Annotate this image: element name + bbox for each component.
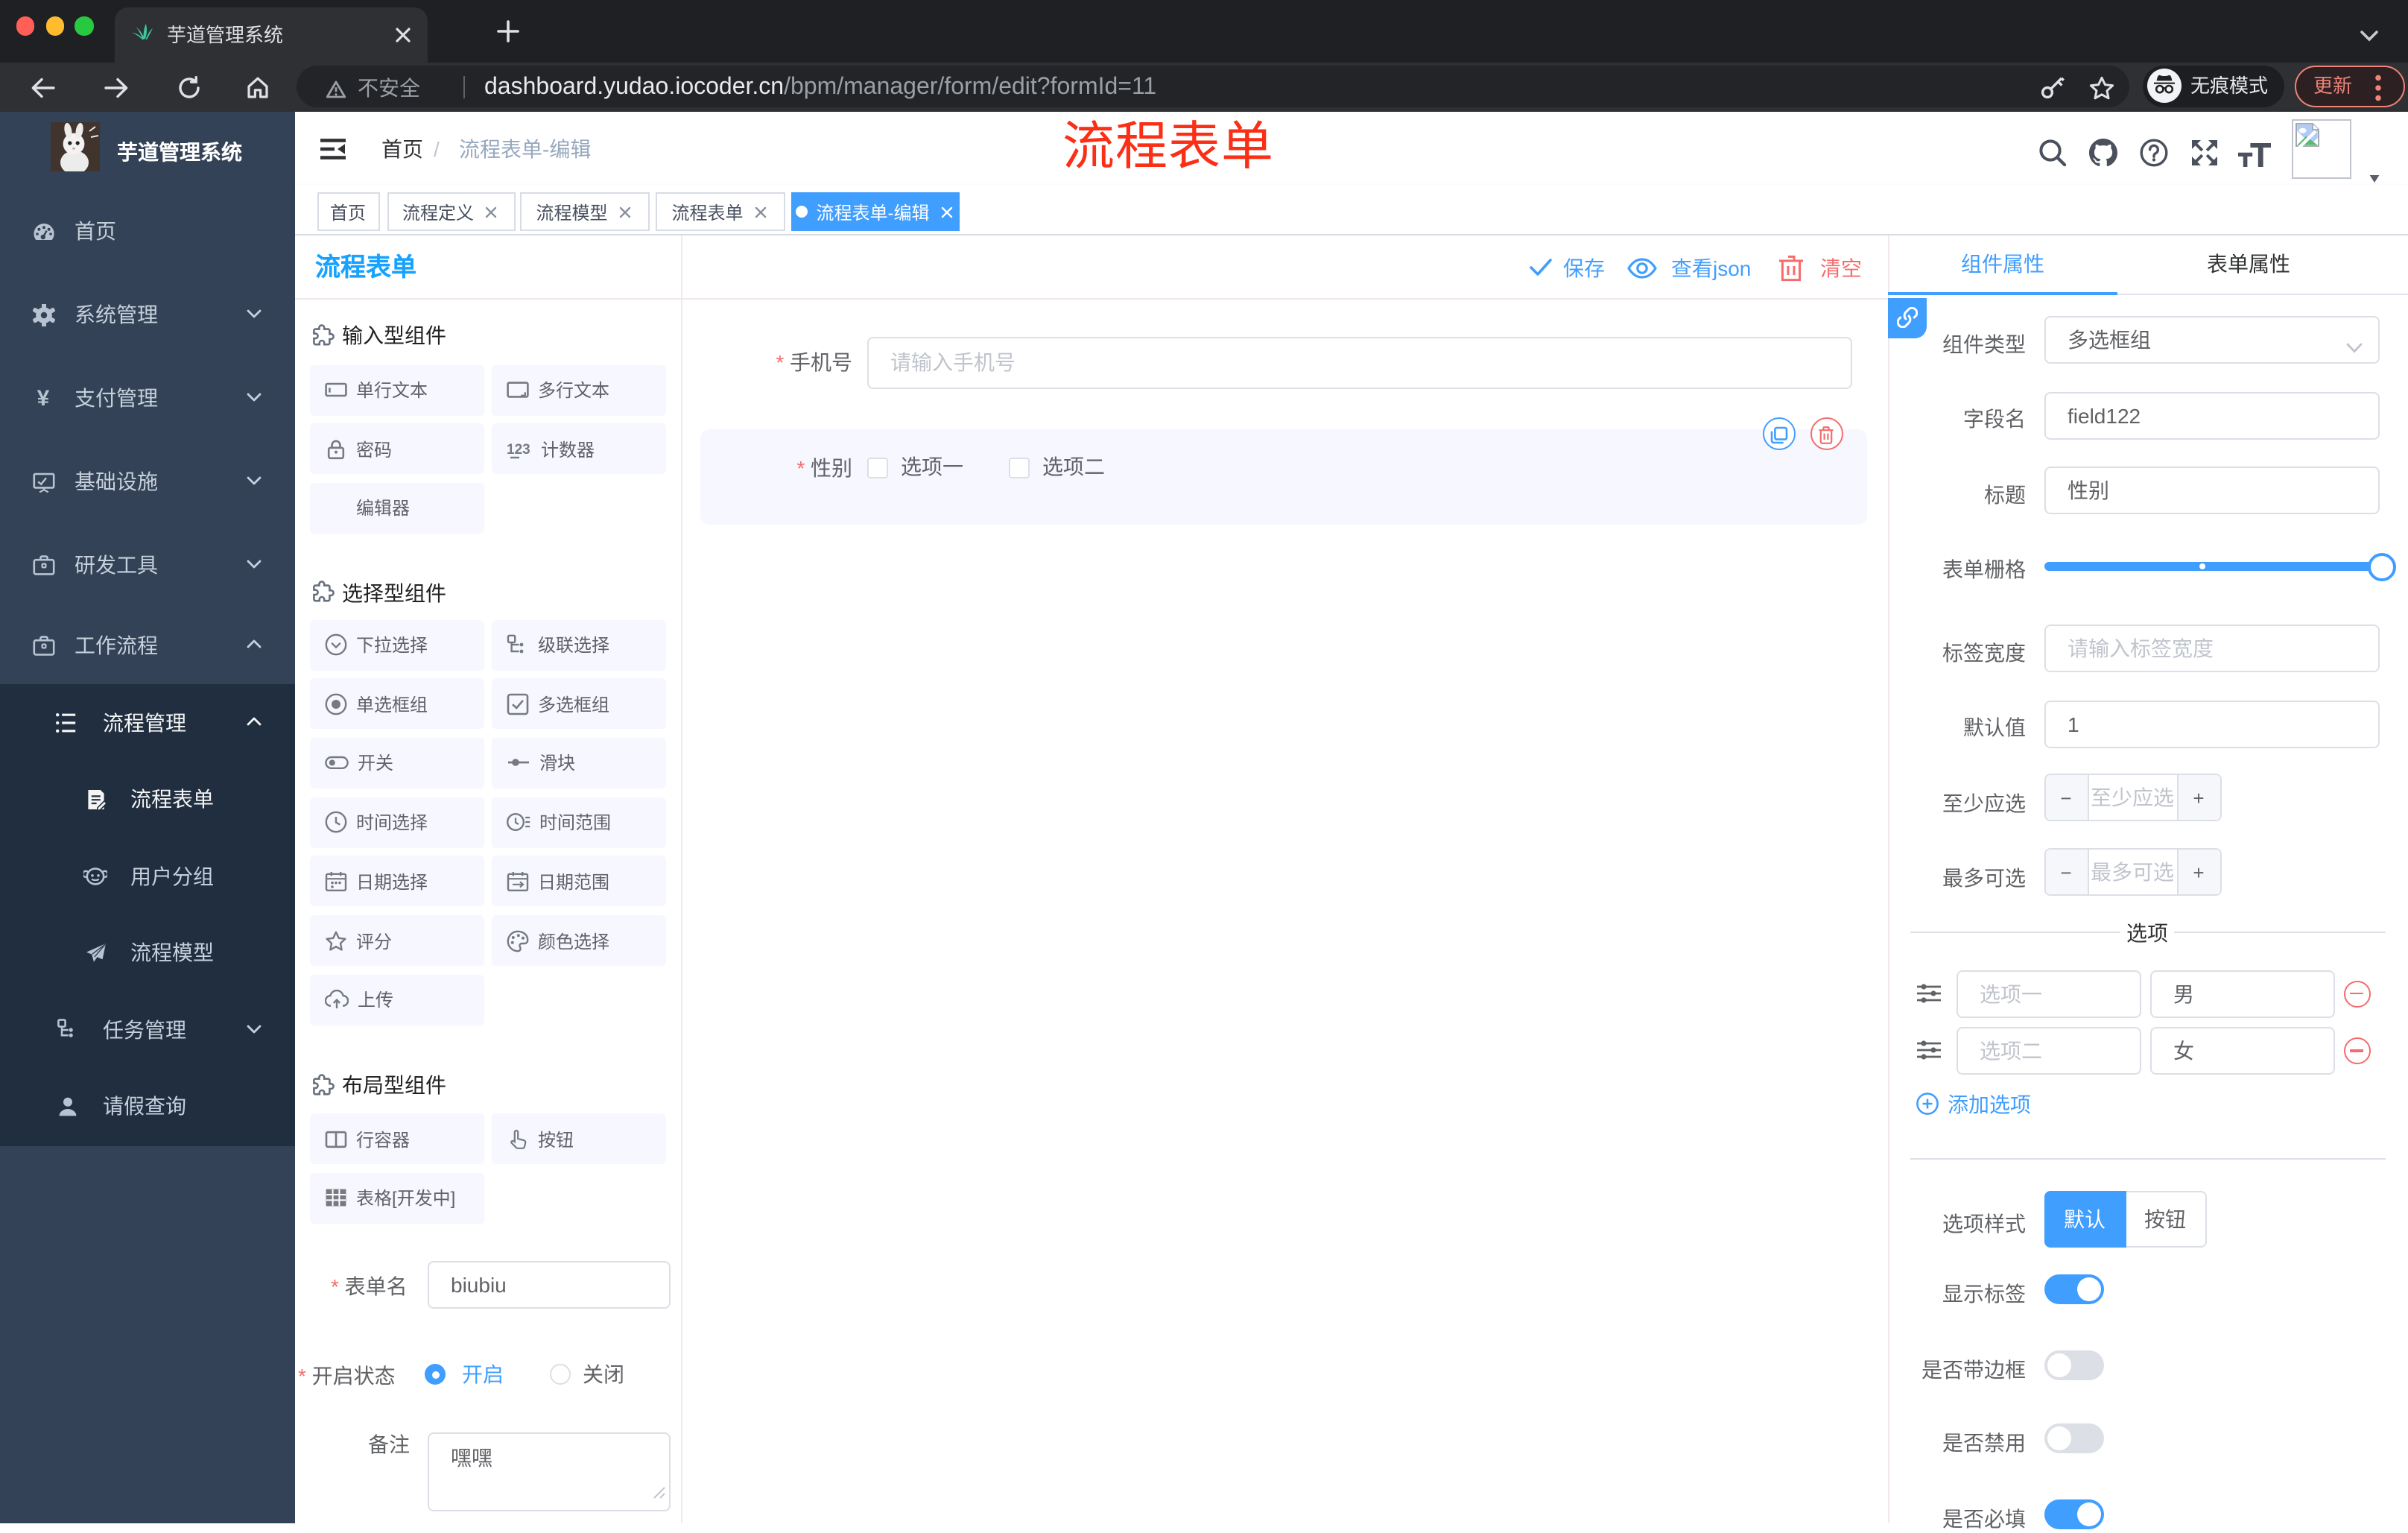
svg-text:123: 123 [507, 441, 530, 457]
